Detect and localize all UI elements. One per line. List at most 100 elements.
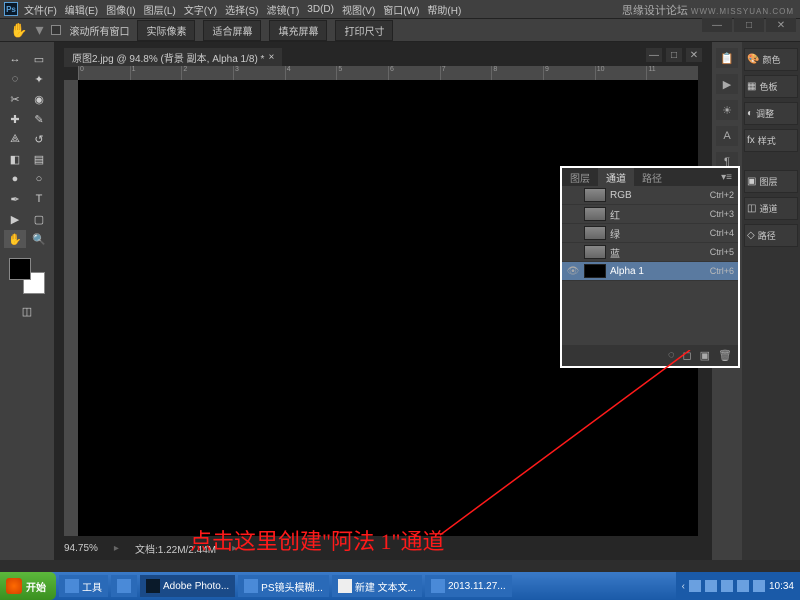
shape-tool[interactable]: ▢ — [28, 210, 50, 228]
actual-pixels-button[interactable]: 实际像素 — [137, 20, 195, 41]
print-size-button[interactable]: 打印尺寸 — [335, 20, 393, 41]
panel-color[interactable]: 🎨颜色 — [744, 48, 798, 71]
taskbar-item[interactable]: 新建 文本文... — [332, 575, 422, 597]
menu-layer[interactable]: 图层(L) — [144, 2, 176, 17]
history-icon[interactable]: 📋 — [716, 48, 738, 68]
doc-max-button[interactable]: □ — [666, 48, 682, 62]
menu-filter[interactable]: 滤镜(T) — [267, 2, 300, 17]
taskbar-item[interactable]: 2013.11.27... — [425, 575, 512, 597]
history-brush-tool[interactable]: ↺ — [28, 130, 50, 148]
move-tool[interactable]: ↔ — [4, 50, 26, 68]
channel-blue[interactable]: 蓝Ctrl+5 — [562, 243, 738, 262]
quickmask-toggle[interactable]: ◫ — [16, 302, 38, 320]
eye-icon[interactable]: 👁 — [566, 266, 580, 277]
taskbar-item[interactable]: PS镜头模糊... — [238, 575, 329, 597]
tray-icon[interactable] — [737, 580, 749, 592]
tab-channels[interactable]: 通道 — [598, 168, 634, 187]
new-channel-icon[interactable]: ▣ — [700, 349, 710, 362]
close-button[interactable]: ✕ — [766, 18, 796, 32]
close-icon[interactable]: × — [268, 52, 274, 63]
fill-screen-button[interactable]: 填充屏幕 — [269, 20, 327, 41]
stamp-tool[interactable]: ⟁ — [4, 130, 26, 148]
eraser-tool[interactable]: ◧ — [4, 150, 26, 168]
channels-panel: 图层 通道 路径 ▾≡ RGBCtrl+2 红Ctrl+3 绿Ctrl+4 蓝C… — [560, 166, 740, 368]
system-tray: ‹ 10:34 — [676, 572, 800, 600]
panel-swatches[interactable]: ▦色板 — [744, 75, 798, 98]
path-select-tool[interactable]: ▶ — [4, 210, 26, 228]
tray-icon[interactable] — [721, 580, 733, 592]
menu-image[interactable]: 图像(I) — [106, 2, 135, 17]
channel-red[interactable]: 红Ctrl+3 — [562, 205, 738, 224]
panel-paths[interactable]: ◇路径 — [744, 224, 798, 247]
gradient-tool[interactable]: ▤ — [28, 150, 50, 168]
fit-screen-button[interactable]: 适合屏幕 — [203, 20, 261, 41]
lasso-tool[interactable]: ◌ — [4, 70, 26, 88]
taskbar-item-photoshop[interactable]: Adobe Photo... — [140, 575, 235, 597]
panel-menu-icon[interactable]: ▾≡ — [715, 172, 738, 183]
fg-color[interactable] — [9, 258, 31, 280]
app-icon — [117, 579, 131, 593]
document-title: 原图2.jpg @ 94.8% (背景 副本, Alpha 1/8) * — [72, 50, 264, 65]
menu-edit[interactable]: 编辑(E) — [65, 2, 98, 17]
wand-tool[interactable]: ✦ — [28, 70, 50, 88]
brush-tool[interactable]: ✎ — [28, 110, 50, 128]
hand-tool[interactable]: ✋ — [4, 230, 26, 248]
taskbar-item[interactable]: 工具 — [59, 575, 108, 597]
menu-window[interactable]: 窗口(W) — [383, 2, 419, 17]
channels-icon: ◫ — [747, 203, 756, 214]
heal-tool[interactable]: ✚ — [4, 110, 26, 128]
menu-view[interactable]: 视图(V) — [342, 2, 375, 17]
txt-icon — [338, 579, 352, 593]
dodge-tool[interactable]: ○ — [28, 170, 50, 188]
annotation-line — [440, 350, 700, 540]
menu-file[interactable]: 文件(F) — [24, 2, 57, 17]
play-icon[interactable]: ▶ — [716, 74, 738, 94]
menu-help[interactable]: 帮助(H) — [427, 2, 461, 17]
windows-icon — [6, 578, 22, 594]
doc-min-button[interactable]: — — [646, 48, 662, 62]
type-tool[interactable]: T — [28, 190, 50, 208]
scroll-all-label: 滚动所有窗口 — [69, 23, 129, 38]
folder-icon — [431, 579, 445, 593]
channel-alpha1[interactable]: 👁Alpha 1Ctrl+6 — [562, 262, 738, 281]
channel-rgb[interactable]: RGBCtrl+2 — [562, 186, 738, 205]
brightness-icon[interactable]: ☀ — [716, 100, 738, 120]
folder-icon — [65, 579, 79, 593]
document-tab[interactable]: 原图2.jpg @ 94.8% (背景 副本, Alpha 1/8) * × — [64, 48, 282, 67]
tray-icon[interactable] — [689, 580, 701, 592]
trash-icon[interactable]: 🗑 — [718, 349, 732, 362]
panel-layers[interactable]: ▣图层 — [744, 170, 798, 193]
char-icon[interactable]: A — [716, 126, 738, 146]
blur-tool[interactable]: ● — [4, 170, 26, 188]
crop-tool[interactable]: ✂ — [4, 90, 26, 108]
panel-channels[interactable]: ◫通道 — [744, 197, 798, 220]
start-button[interactable]: 开始 — [0, 572, 56, 600]
channel-green[interactable]: 绿Ctrl+4 — [562, 224, 738, 243]
tray-icon[interactable] — [753, 580, 765, 592]
pen-tool[interactable]: ✒ — [4, 190, 26, 208]
eyedropper-tool[interactable]: ◉ — [28, 90, 50, 108]
maximize-button[interactable]: □ — [734, 18, 764, 32]
marquee-tool[interactable]: ▭ — [28, 50, 50, 68]
color-swatches[interactable] — [9, 258, 45, 294]
menu-select[interactable]: 选择(S) — [225, 2, 258, 17]
tray-arrow-icon[interactable]: ‹ — [682, 581, 685, 592]
doc-close-button[interactable]: ✕ — [686, 48, 702, 62]
scroll-all-checkbox[interactable] — [51, 25, 61, 35]
clock[interactable]: 10:34 — [769, 581, 794, 592]
panel-adjust[interactable]: ◐调整 — [744, 102, 798, 125]
panel-styles[interactable]: fx样式 — [744, 129, 798, 152]
tab-layers[interactable]: 图层 — [562, 168, 598, 187]
annotation-text: 点击这里创建"阿法 1"通道 — [190, 524, 444, 556]
menu-type[interactable]: 文字(Y) — [184, 2, 217, 17]
tab-paths[interactable]: 路径 — [634, 168, 670, 187]
zoom-level[interactable]: 94.75% — [64, 543, 98, 554]
palette-icon: 🎨 — [747, 54, 759, 65]
watermark: 思缘设计论坛 WWW.MISSYUAN.COM — [622, 2, 794, 18]
zoom-tool[interactable]: 🔍 — [28, 230, 50, 248]
taskbar-item[interactable] — [111, 575, 137, 597]
layers-icon: ▣ — [747, 176, 756, 187]
menu-3d[interactable]: 3D(D) — [307, 4, 334, 15]
tray-icon[interactable] — [705, 580, 717, 592]
minimize-button[interactable]: — — [702, 18, 732, 32]
